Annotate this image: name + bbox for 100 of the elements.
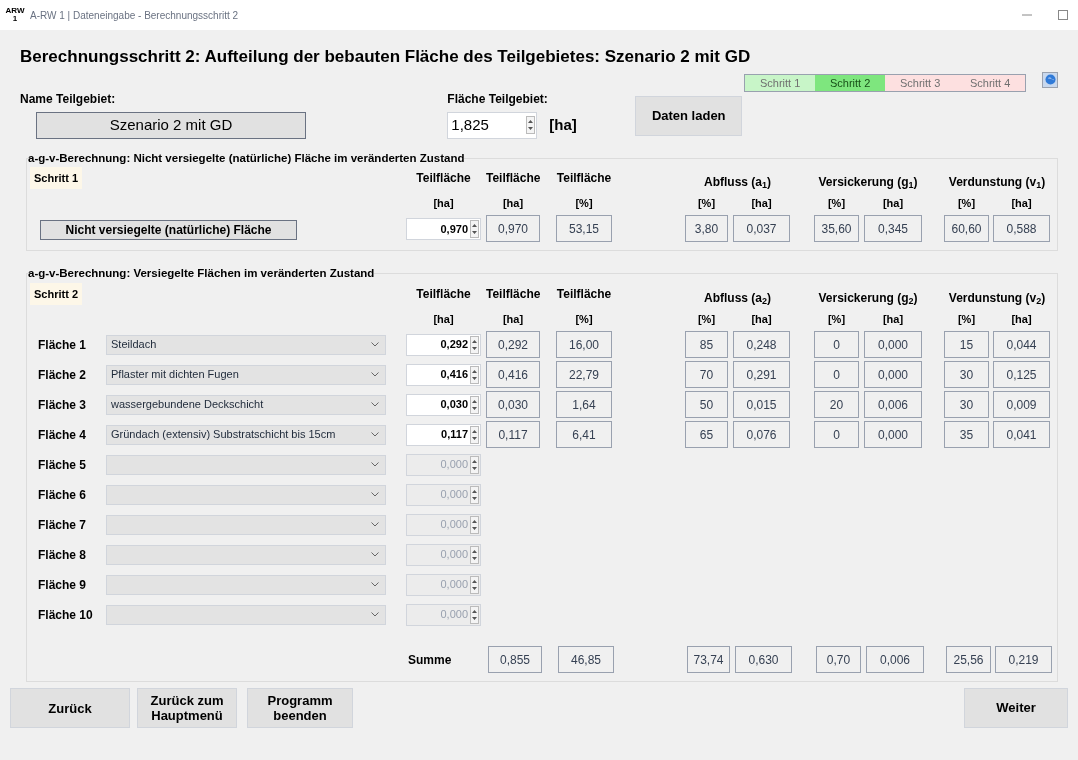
spin-arrows-icon[interactable] — [526, 115, 536, 134]
value-field: 53,15 — [556, 215, 612, 243]
chevron-icon — [371, 462, 379, 467]
value-field: 0,630 — [735, 646, 792, 673]
row-label: Fläche 1 — [38, 336, 88, 354]
value-field: 0,006 — [864, 391, 922, 418]
value-field: 0,000 — [864, 331, 922, 358]
chevron-icon — [371, 342, 379, 347]
column-header: Teilfläche — [556, 169, 612, 187]
unit-label: [ha] — [501, 195, 525, 211]
value-field: 50 — [685, 391, 728, 418]
surface-type-dropdown[interactable]: Gründach (extensiv) Substratschicht bis 15cm — [106, 424, 386, 445]
chevron-icon — [371, 522, 379, 527]
value-field: 0,855 — [488, 646, 542, 673]
step-label: Schritt 2 — [30, 282, 82, 305]
value-field: 0,041 — [993, 421, 1050, 448]
value-field: 15 — [944, 331, 989, 358]
row-label: Fläche 5 — [38, 456, 88, 474]
unit-label: [%] — [574, 311, 594, 327]
value-field: 0,030 — [486, 391, 540, 418]
number-spinner[interactable]: 0,117 — [406, 423, 481, 446]
spin-arrows-icon[interactable] — [470, 335, 479, 354]
row-label: Fläche 8 — [38, 546, 88, 564]
value-field: 0,292 — [486, 331, 540, 358]
value-field: 0,970 — [486, 215, 540, 243]
help-icon[interactable] — [1042, 71, 1058, 88]
unit-label: [%] — [826, 195, 847, 211]
column-header: Versickerung (g$_{2}$) — [817, 289, 919, 307]
maximize-icon[interactable] — [1058, 10, 1068, 20]
page-heading: Berechnungsschritt 2: Aufteilung der bebauten Fläche des Teilgebietes: Szenario 2 mit GD — [20, 46, 752, 68]
unit-label: [%] — [956, 311, 977, 327]
unit-label: [ha] — [549, 114, 577, 135]
value-field: 0,117 — [486, 421, 540, 448]
chevron-icon — [371, 372, 379, 377]
surface-type-dropdown[interactable]: Steildach — [106, 334, 386, 355]
nav-button[interactable]: Zurück zum Hauptmenü — [137, 688, 237, 728]
chevron-icon — [371, 582, 379, 587]
unit-label: [%] — [696, 195, 717, 211]
row-label: Fläche 3 — [38, 396, 88, 414]
value-field: 0,076 — [733, 421, 790, 448]
spin-arrows-icon[interactable] — [470, 395, 479, 414]
unit-label: [ha] — [1010, 195, 1033, 211]
unit-label: [%] — [696, 311, 717, 327]
value-field: 85 — [685, 331, 728, 358]
value-field: 65 — [685, 421, 728, 448]
value-field: 35,60 — [814, 215, 859, 243]
value-field: 0,291 — [733, 361, 790, 388]
column-header: Teilfläche — [415, 169, 472, 187]
value-field: 30 — [944, 391, 989, 418]
surface-type-dropdown[interactable]: Pflaster mit dichten Fugen — [106, 364, 386, 385]
value-field: 73,74 — [687, 646, 730, 673]
number-spinner[interactable]: 0,970 — [406, 217, 481, 240]
unit-label: [ha] — [1010, 311, 1033, 327]
number-spinner[interactable]: 0,416 — [406, 363, 481, 386]
column-header: Teilfläche — [486, 169, 540, 187]
spin-arrows-icon[interactable] — [470, 219, 479, 238]
next-button[interactable]: Weiter — [964, 688, 1068, 728]
value-field: 0,000 — [864, 421, 922, 448]
load-data-button[interactable]: Daten laden — [635, 95, 743, 136]
surface-type-dropdown[interactable]: wassergebundene Deckschicht — [106, 394, 386, 415]
number-spinner[interactable]: 0,030 — [406, 393, 481, 416]
value-field: 16,00 — [556, 331, 612, 358]
column-header: Teilfläche — [556, 285, 612, 303]
area-spinner[interactable]: 1,825 — [447, 111, 538, 139]
spin-arrows-icon[interactable] — [470, 425, 479, 444]
chevron-icon — [371, 552, 379, 557]
value-field: 3,80 — [685, 215, 728, 243]
section-legend: a-g-v-Berechnung: Nicht versiegelte (natürliche) Fläche im veränderten Zustand — [28, 149, 465, 167]
value-field: 0 — [814, 361, 859, 388]
unit-label: [ha] — [432, 195, 455, 211]
unit-label: [ha] — [501, 311, 525, 327]
value-field: 0,345 — [864, 215, 922, 243]
step-indicator: Schritt 1 — [745, 74, 816, 91]
number-spinner[interactable]: 0,292 — [406, 333, 481, 356]
nav-button[interactable]: Programm beenden — [247, 688, 353, 728]
value-field: 0 — [814, 331, 859, 358]
value-field: 0,006 — [866, 646, 924, 673]
value-field: 0,416 — [486, 361, 540, 388]
value-field: 0,037 — [733, 215, 790, 243]
row-label: Fläche 4 — [38, 426, 88, 444]
value-field: 0,125 — [993, 361, 1050, 388]
value-field: 0,219 — [995, 646, 1052, 673]
surface-button[interactable]: Nicht versiegelte (natürliche) Fläche — [40, 219, 297, 240]
spin-arrows-icon[interactable] — [470, 365, 479, 384]
nav-button[interactable]: Zurück — [10, 688, 130, 728]
row-label: Fläche 6 — [38, 486, 88, 504]
column-header: Verdunstung (v$_{1}$) — [947, 173, 1047, 191]
unit-label: [ha] — [750, 195, 773, 211]
column-header: Abfluss (a$_{1}$) — [703, 173, 772, 191]
value-field: 70 — [685, 361, 728, 388]
row-label: Fläche 10 — [38, 606, 94, 624]
sum-label: Summe — [408, 651, 453, 669]
unit-label: [ha] — [750, 311, 773, 327]
section-legend: a-g-v-Berechnung: Versiegelte Flächen im veränderten Zustand — [28, 265, 375, 283]
value-field: 1,64 — [556, 391, 612, 418]
chevron-icon — [371, 492, 379, 497]
window-title: A-RW 1 | Dateneingabe - Berechnungsschritt 2 — [30, 8, 239, 23]
row-label: Fläche 9 — [38, 576, 88, 594]
column-header: Teilfläche — [486, 285, 540, 303]
value-field: 35 — [944, 421, 989, 448]
